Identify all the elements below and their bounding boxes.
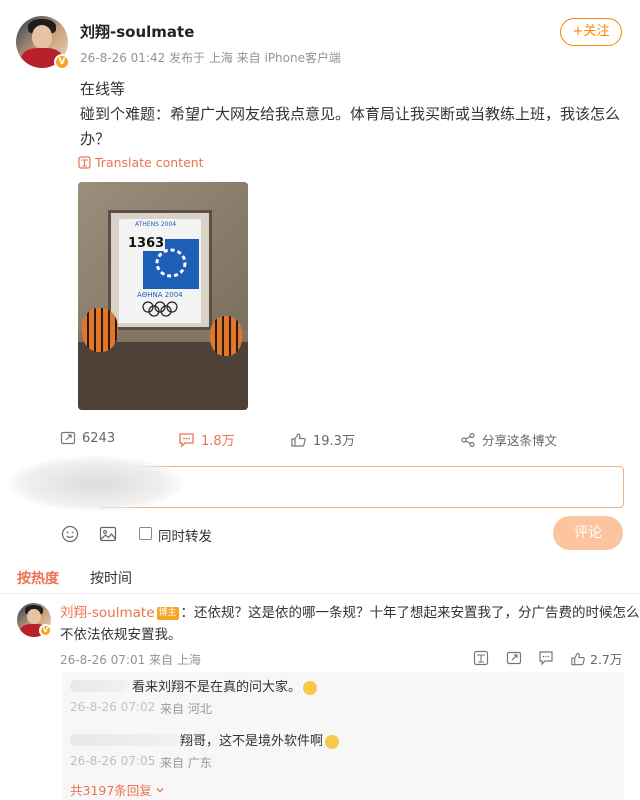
comment-count: 1.8万 bbox=[201, 434, 235, 449]
bib-banner: ATHENS 2004 bbox=[135, 221, 177, 228]
olympic-rings-icon bbox=[142, 301, 178, 317]
reply-2-text: 翔哥，这不是境外软件啊 bbox=[180, 730, 340, 749]
blurred-reply-user-1 bbox=[70, 680, 128, 692]
repost-comment-icon[interactable] bbox=[506, 650, 522, 666]
avatar-face bbox=[31, 25, 53, 49]
post-meta: 26-8-26 01:42 发布于 上海 来自 iPhone客户端 bbox=[80, 51, 341, 65]
bib-number: 1363 bbox=[127, 236, 166, 251]
tiger-toy-left bbox=[82, 308, 118, 352]
repost-icon bbox=[60, 431, 76, 445]
blurred-reply-user-2 bbox=[70, 734, 180, 746]
laugh-emoji-icon bbox=[303, 680, 318, 695]
share-label: 分享这条博文 bbox=[482, 433, 558, 448]
cry-laugh-emoji-icon bbox=[325, 734, 340, 749]
photo-frame: ATHENS 2004 1363 AΘHNA 2004 bbox=[108, 210, 212, 330]
share-action[interactable]: 分享这条博文 bbox=[460, 430, 557, 449]
comment-thumbs-up-icon bbox=[571, 652, 585, 665]
blurred-viewer-avatar bbox=[8, 456, 183, 511]
follow-button[interactable]: +关注 bbox=[560, 18, 622, 46]
reply-1-text: 看来刘翔不是在真的问大家。 bbox=[132, 676, 318, 695]
repost-action[interactable]: 6243 bbox=[60, 430, 115, 446]
comment-meta: 26-8-26 07:01 来自 上海 bbox=[60, 653, 201, 667]
verified-badge-icon: V bbox=[54, 54, 70, 70]
image-upload-icon[interactable] bbox=[99, 525, 117, 543]
blogger-tag: 博主 bbox=[156, 606, 179, 620]
post-line-2: 碰到个难题：希望广大网友给我点意见。体育局让我买断或当教练上班，我该怎么 bbox=[80, 105, 621, 123]
reply-1-location: 来自 河北 bbox=[160, 702, 212, 716]
comment-line-2: 不依法依规安置我。 bbox=[60, 627, 182, 643]
reply-2-body: 翔哥，这不是境外软件啊 bbox=[180, 734, 324, 749]
emoji-icon[interactable] bbox=[61, 525, 79, 543]
bib-caption: AΘHNA 2004 bbox=[137, 291, 183, 299]
commenter-avatar-face bbox=[27, 609, 41, 625]
comment-author[interactable]: 刘翔-soulmate bbox=[60, 605, 155, 621]
share-icon bbox=[461, 432, 475, 447]
translate-label: Translate content bbox=[95, 155, 204, 170]
post-line-1: 在线等 bbox=[80, 80, 126, 98]
repost-count: 6243 bbox=[82, 430, 116, 446]
reply-1-body: 看来刘翔不是在真的问大家。 bbox=[132, 680, 302, 695]
tab-hot[interactable]: 按热度 bbox=[17, 568, 59, 588]
post-line-3: 办？ bbox=[80, 130, 111, 148]
comment-action[interactable]: 1.8万 bbox=[178, 430, 235, 449]
tabs-divider bbox=[0, 593, 640, 594]
forward-label: 同时转发 bbox=[158, 529, 212, 545]
like-count: 19.3万 bbox=[313, 434, 355, 449]
post-photo[interactable]: ATHENS 2004 1363 AΘHNA 2004 bbox=[78, 182, 248, 410]
comment-icon bbox=[179, 432, 194, 448]
translate-link[interactable]: Translate content bbox=[78, 155, 204, 170]
comment-like-action[interactable]: 2.7万 bbox=[570, 649, 622, 668]
reply-1-date: 26-8-26 07:02 bbox=[70, 700, 156, 714]
translate-comment-icon[interactable] bbox=[473, 650, 489, 666]
thumbs-up-icon bbox=[291, 432, 306, 447]
comment-line-1: 刘翔-soulmate 博主 ：还依规？这是依的哪一条规？十年了想起来安置我了，分广… bbox=[60, 602, 640, 624]
chevron-down-icon bbox=[156, 787, 164, 792]
more-replies-label: 共3197条回复 bbox=[70, 783, 152, 798]
race-bib: ATHENS 2004 1363 AΘHNA 2004 bbox=[119, 219, 201, 323]
tiger-toy-right bbox=[210, 316, 242, 356]
translate-icon bbox=[78, 156, 91, 169]
commenter-verified-icon: V bbox=[39, 624, 52, 637]
comment-like-count: 2.7万 bbox=[590, 652, 623, 667]
tab-time[interactable]: 按时间 bbox=[90, 568, 132, 588]
reply-comment-icon[interactable] bbox=[538, 650, 554, 666]
comment-body-1: ：还依规？这是依的哪一条规？十年了想起来安置我了，分广告费的时候怎么 bbox=[180, 605, 640, 621]
like-action[interactable]: 19.3万 bbox=[290, 430, 355, 449]
reply-2-date: 26-8-26 07:05 bbox=[70, 754, 156, 768]
reply-2-location: 来自 广东 bbox=[160, 756, 212, 770]
submit-comment-button[interactable]: 评论 bbox=[553, 516, 623, 550]
author-name[interactable]: 刘翔-soulmate bbox=[80, 21, 194, 42]
forward-checkbox[interactable] bbox=[139, 527, 152, 540]
more-replies-link[interactable]: 共3197条回复 bbox=[70, 780, 165, 799]
